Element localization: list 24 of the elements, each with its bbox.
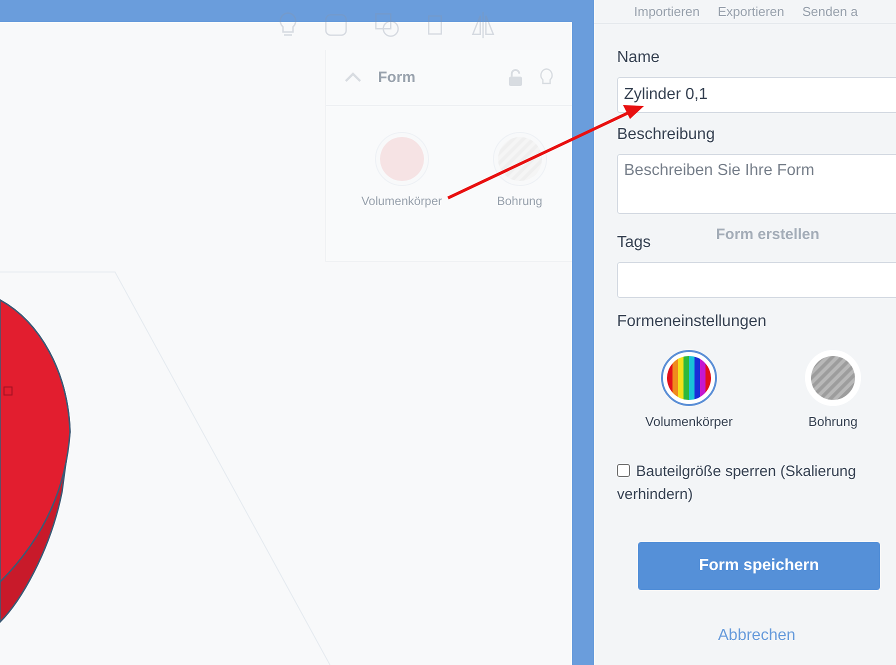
note-icon[interactable]: [324, 13, 348, 37]
menu-item[interactable]: Senden a: [802, 2, 858, 22]
tags-field[interactable]: [617, 262, 896, 298]
description-field[interactable]: Beschreiben Sie Ihre Form: [617, 154, 896, 214]
shape-type-label: Bohrung: [496, 193, 542, 210]
shape-type-label: Volumenkörper: [361, 193, 442, 210]
cancel-link[interactable]: Abbrechen: [718, 624, 796, 648]
lock-size-option[interactable]: Bauteilgröße sperren (Skalierung verhindern): [617, 460, 892, 506]
field-label: Name: [617, 48, 660, 68]
shapes-icon[interactable]: [374, 12, 400, 38]
name-field[interactable]: Zylinder 0,1: [617, 77, 896, 113]
field-label: Beschreibung: [617, 125, 715, 145]
save-button[interactable]: Form speichern: [638, 542, 880, 590]
shape-option-label: Volumenkörper: [645, 413, 733, 431]
menu-item[interactable]: Importieren: [634, 2, 700, 22]
section-label: Formeneinstellungen: [617, 312, 766, 332]
menu-item[interactable]: Exportieren: [718, 2, 784, 22]
shape-option-label: Bohrung: [808, 413, 858, 431]
bulb-icon[interactable]: [278, 11, 298, 39]
faded-button-label: Form erstellen: [716, 225, 820, 245]
lock-size-checkbox[interactable]: [617, 464, 630, 476]
panel-title: Form: [378, 68, 416, 86]
align-icon[interactable]: [426, 13, 444, 37]
field-label: Tags: [617, 233, 651, 253]
